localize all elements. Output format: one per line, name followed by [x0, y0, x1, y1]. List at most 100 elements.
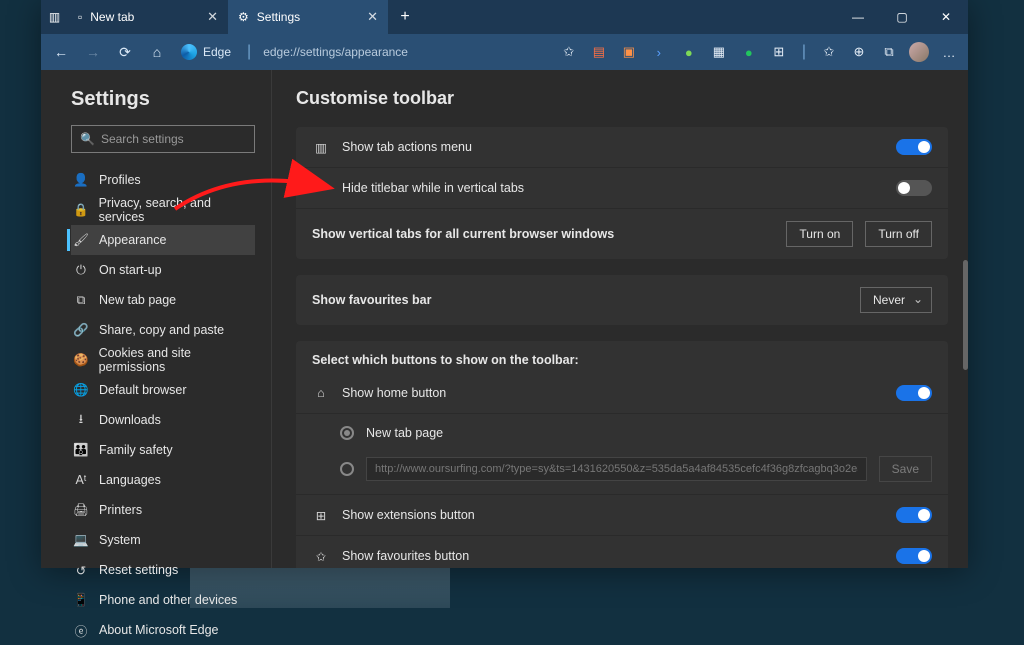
- toggle-extensions[interactable]: [896, 507, 932, 523]
- titlebar: ▥ ▫ New tab ✕ ⚙ Settings ✕ + — ▢ ✕: [41, 0, 968, 34]
- profile-avatar[interactable]: [906, 39, 932, 65]
- save-button[interactable]: Save: [879, 456, 932, 482]
- nav-icon: ↺: [73, 563, 89, 578]
- nav-label: Family safety: [99, 443, 173, 457]
- search-input[interactable]: [101, 132, 256, 146]
- sidebar-item-share-copy-and-paste[interactable]: 🔗 Share, copy and paste: [71, 315, 255, 345]
- nav-icon: 🔗: [73, 323, 89, 338]
- collections-icon[interactable]: ⊕: [846, 39, 872, 65]
- sidebar-item-about-microsoft-edge[interactable]: ⓔ About Microsoft Edge: [71, 615, 255, 645]
- nav-icon: 🍪: [73, 353, 89, 368]
- browser-window: ▥ ▫ New tab ✕ ⚙ Settings ✕ + — ▢ ✕ ← → ⟳…: [41, 0, 968, 568]
- nav-icon: 📱: [73, 593, 89, 608]
- tab-settings[interactable]: ⚙ Settings ✕: [228, 0, 388, 34]
- star-icon: ✩: [312, 549, 330, 564]
- toggle-favourites[interactable]: [896, 548, 932, 564]
- share-icon[interactable]: ⧉: [876, 39, 902, 65]
- turn-on-button[interactable]: Turn on: [786, 221, 853, 247]
- more-button[interactable]: …: [936, 39, 962, 65]
- home-icon: ⌂: [312, 386, 330, 400]
- sidebar-item-system[interactable]: 💻System: [71, 525, 255, 555]
- sidebar-item-appearance[interactable]: 🖌 Appearance: [71, 225, 255, 255]
- nav-label: Reset settings: [99, 563, 178, 577]
- turn-off-button[interactable]: Turn off: [865, 221, 932, 247]
- close-icon[interactable]: ✕: [367, 9, 378, 25]
- sidebar-item-privacy-search-and-services[interactable]: 🔒Privacy, search, and services: [71, 195, 255, 225]
- nav-icon: ⭳: [73, 410, 89, 431]
- nav-icon: 🖌: [73, 233, 89, 248]
- tabs-icon: ▥: [312, 140, 330, 155]
- toggle-show-tab-actions[interactable]: [896, 139, 932, 155]
- page-heading: Customise toolbar: [296, 88, 948, 109]
- sidebar-item-phone-and-other-devices[interactable]: 📱Phone and other devices: [71, 585, 255, 615]
- nav-label: On start-up: [99, 263, 162, 277]
- favourites-icon[interactable]: ✩: [816, 39, 842, 65]
- nav-label: About Microsoft Edge: [99, 623, 219, 637]
- nav-label: Printers: [99, 503, 142, 517]
- radio-icon: [340, 426, 354, 440]
- row-favourites-bar: Show favourites bar Never: [296, 275, 948, 325]
- favourites-bar-select[interactable]: Never: [860, 287, 932, 313]
- edge-logo-icon: [181, 44, 197, 60]
- radio-icon[interactable]: [340, 462, 354, 476]
- maximize-button[interactable]: ▢: [880, 0, 924, 34]
- search-settings[interactable]: 🔍: [71, 125, 255, 153]
- minimize-button[interactable]: —: [836, 0, 880, 34]
- home-url-input[interactable]: [366, 457, 867, 481]
- separator: |: [802, 43, 806, 61]
- settings-title: Settings: [71, 88, 255, 111]
- sidebar-item-downloads[interactable]: ⭳Downloads: [71, 405, 255, 435]
- address-bar[interactable]: edge://settings/appearance: [263, 45, 408, 59]
- tab-actions-icon[interactable]: ▥: [41, 10, 68, 24]
- search-icon: 🔍: [80, 132, 95, 146]
- nav-label: Share, copy and paste: [99, 323, 224, 337]
- sidebar-item-family-safety[interactable]: 👪Family safety: [71, 435, 255, 465]
- toggle-hide-titlebar[interactable]: [896, 180, 932, 196]
- extensions-icon: ⊞: [312, 508, 330, 523]
- nav-label: Appearance: [99, 233, 166, 247]
- chevron-right-icon[interactable]: ›: [646, 39, 672, 65]
- extensions-icon[interactable]: ⊞: [766, 39, 792, 65]
- row-favourites-button: ✩ Show favourites button: [296, 536, 948, 568]
- edge-label: Edge: [203, 45, 231, 59]
- add-favourite-icon[interactable]: ✩: [556, 39, 582, 65]
- sidebar-item-default-browser[interactable]: 🌐Default browser: [71, 375, 255, 405]
- home-button[interactable]: ⌂: [143, 38, 171, 66]
- new-tab-button[interactable]: +: [388, 8, 422, 26]
- mail-icon[interactable]: ▣: [616, 39, 642, 65]
- sidebar-item-languages[interactable]: AᵗLanguages: [71, 465, 255, 495]
- sidebar-item-cookies-and-site-permissions[interactable]: 🍪Cookies and site permissions: [71, 345, 255, 375]
- sidebar-item-profiles[interactable]: 👤Profiles: [71, 165, 255, 195]
- sidebar-item-reset-settings[interactable]: ↺ Reset settings: [71, 555, 255, 585]
- drawer-icon[interactable]: ▤: [586, 39, 612, 65]
- gear-icon: ⚙: [238, 10, 249, 24]
- toolbar-section-2: Show favourites bar Never: [296, 275, 948, 325]
- sidebar-item-new-tab-page[interactable]: ⧉New tab page: [71, 285, 255, 315]
- nav-label: New tab page: [99, 293, 176, 307]
- nav-icon: 👤: [73, 173, 89, 188]
- nav-label: Privacy, search, and services: [99, 196, 255, 224]
- nav-icon: 🌐: [73, 383, 89, 398]
- radio-new-tab-page[interactable]: New tab page: [296, 414, 948, 444]
- scrollbar-thumb[interactable]: [963, 260, 968, 370]
- grammar-icon[interactable]: ●: [736, 39, 762, 65]
- close-window-button[interactable]: ✕: [924, 0, 968, 34]
- nav-label: System: [99, 533, 141, 547]
- forward-button[interactable]: →: [79, 38, 107, 66]
- reload-button[interactable]: ⟳: [111, 38, 139, 66]
- close-icon[interactable]: ✕: [207, 9, 218, 25]
- toolbar-section-1: ▥ Show tab actions menu Hide titlebar wh…: [296, 127, 948, 259]
- edge-identity: Edge: [175, 44, 237, 60]
- back-button[interactable]: ←: [47, 38, 75, 66]
- tab-new-tab[interactable]: ▫ New tab ✕: [68, 0, 228, 34]
- toggle-home-button[interactable]: [896, 385, 932, 401]
- sidebar-item-printers[interactable]: 🖨 Printers: [71, 495, 255, 525]
- nav-icon: 🖨: [73, 503, 89, 518]
- picture-icon[interactable]: ▦: [706, 39, 732, 65]
- tab-label: New tab: [90, 10, 134, 24]
- globe-icon[interactable]: ●: [676, 39, 702, 65]
- nav-icon: Aᵗ: [73, 473, 89, 487]
- sidebar-item-on-start-up[interactable]: ⏻ On start-up: [71, 255, 255, 285]
- nav-icon: ⓔ: [73, 621, 89, 640]
- nav-icon: ⏻: [73, 263, 89, 278]
